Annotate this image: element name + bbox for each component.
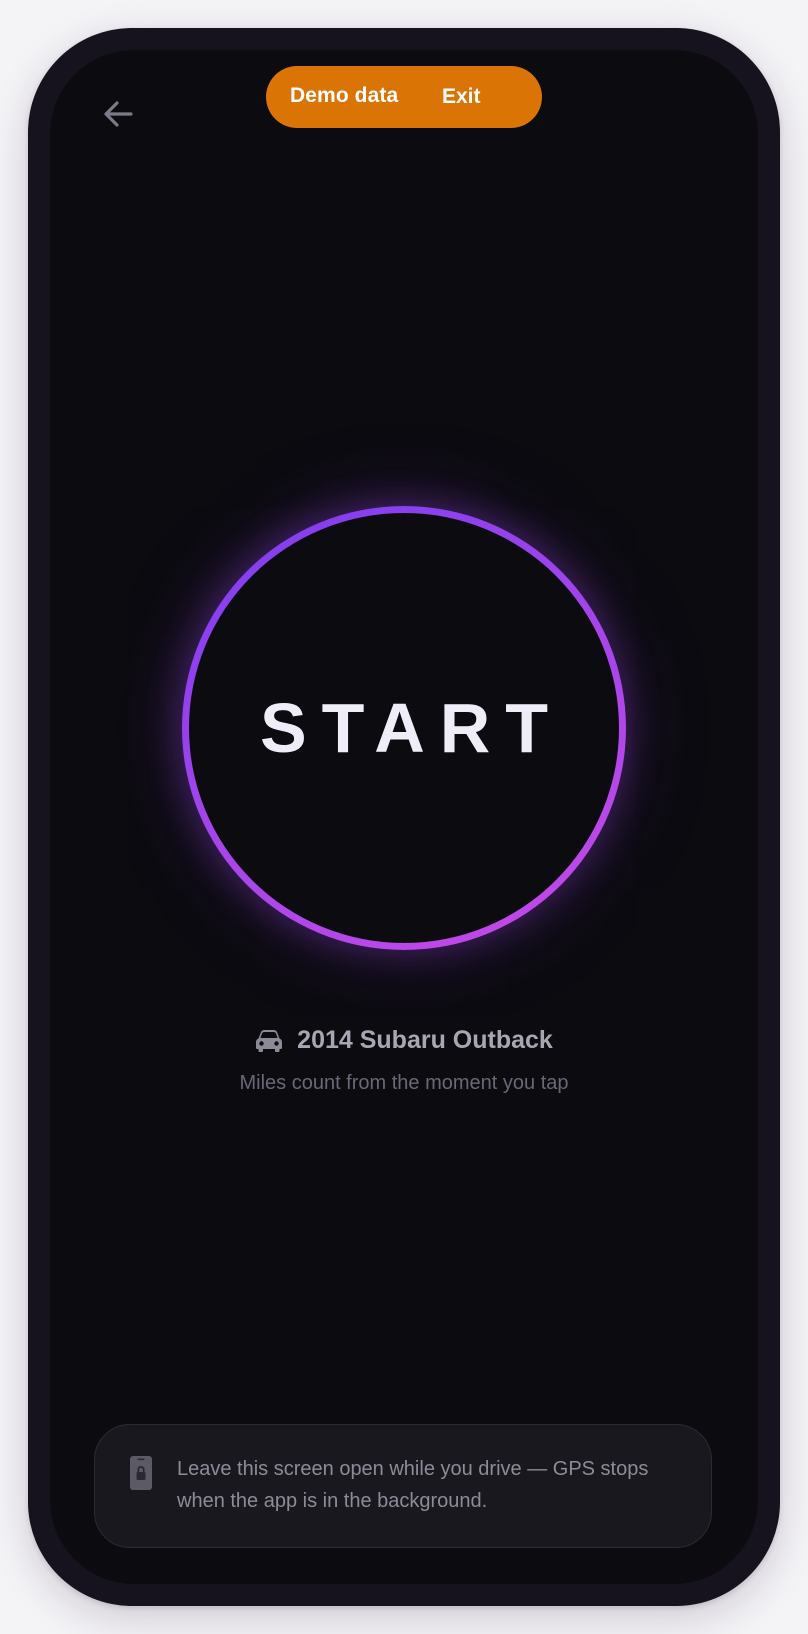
demo-data-banner: Demo data Exit xyxy=(266,66,542,128)
start-label: START xyxy=(259,689,564,767)
background-warning-card: Leave this screen open while you drive —… xyxy=(94,1424,712,1548)
car-icon xyxy=(256,1029,283,1052)
start-button[interactable]: START xyxy=(182,506,626,950)
background-warning-text: Leave this screen open while you drive —… xyxy=(177,1458,649,1512)
exit-demo-button[interactable]: Exit xyxy=(442,85,481,109)
vehicle-name: 2014 Subaru Outback xyxy=(297,1026,553,1054)
app-screen: Demo data Exit START 2014 Subaru Outback… xyxy=(50,50,758,1584)
vehicle-subtext: Miles count from the moment you tap xyxy=(239,1072,569,1094)
back-arrow-icon xyxy=(104,101,133,127)
phone-frame: Demo data Exit START 2014 Subaru Outback… xyxy=(28,28,780,1606)
vehicle-row: 2014 Subaru Outback xyxy=(50,1026,758,1055)
back-button[interactable] xyxy=(98,94,138,134)
start-button-face: START xyxy=(189,513,619,943)
demo-data-label: Demo data xyxy=(290,84,399,107)
phone-lock-icon xyxy=(130,1456,152,1490)
